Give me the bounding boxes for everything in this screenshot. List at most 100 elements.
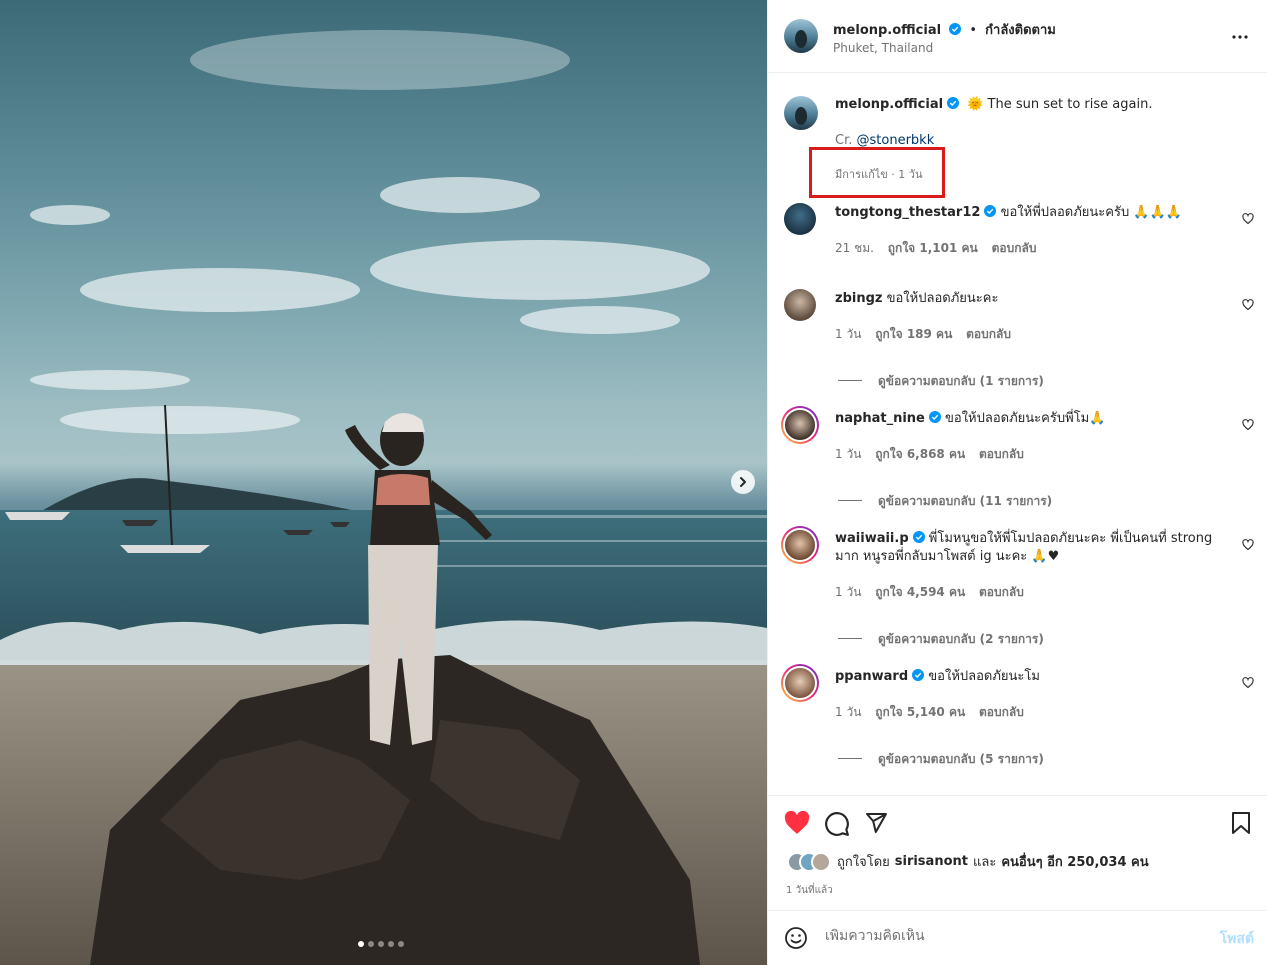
comment-time[interactable]: 1 วัน (835, 705, 861, 719)
comment-text: zbingz ขอให้ปลอดภัยนะคะ (835, 290, 1225, 308)
carousel-indicator (358, 941, 404, 947)
chevron-right-icon (740, 477, 746, 487)
like-comment-heart-icon[interactable] (1242, 539, 1254, 551)
reply-button[interactable]: ตอบกลับ (979, 705, 1024, 719)
location-link[interactable]: Phuket, Thailand (833, 41, 933, 55)
avatar[interactable] (784, 289, 816, 321)
more-options-button[interactable] (1231, 28, 1249, 50)
comment-meta: 1 วัน ถูกใจ 4,594 คน ตอบกลับ (835, 583, 1034, 602)
highlight-box (809, 147, 945, 198)
comment-icon[interactable] (824, 811, 850, 837)
comment-body: ขอให้พี่ปลอดภัยนะครับ 🙏🙏🙏 (1000, 205, 1182, 220)
comment-username[interactable]: naphat_nine (835, 411, 925, 426)
comment-username[interactable]: tongtong_thestar12 (835, 205, 980, 220)
credit-mention-link[interactable]: @stonerbkk (857, 133, 935, 148)
comment-username[interactable]: zbingz (835, 291, 882, 306)
header-user-line: melonp.official • กำลังติดตาม (833, 19, 1056, 40)
likes-summary: ถูกใจโดย sirisanont และ คนอื่นๆ อีก 250,… (787, 851, 1149, 872)
verified-badge-icon (912, 669, 925, 681)
carousel-dot (388, 941, 394, 947)
view-replies-button[interactable]: ดูข้อความตอบกลับ (5 รายการ) (838, 750, 1044, 769)
comment-time[interactable]: 21 ชม. (835, 241, 874, 255)
beach-photo (0, 30, 767, 965)
liked-by-prefix: ถูกใจโดย (837, 855, 890, 870)
avatar-photo (783, 408, 817, 442)
verified-badge-icon (947, 97, 960, 109)
header-username[interactable]: melonp.official (833, 23, 941, 38)
view-replies-button[interactable]: ดูข้อความตอบกลับ (11 รายการ) (838, 492, 1052, 511)
separator-dot: • (969, 23, 978, 38)
avatar[interactable] (781, 406, 819, 444)
caption-text: melonp.official 🌞 The sun set to rise ag… (835, 96, 1225, 114)
post-actions: ถูกใจโดย sirisanont และ คนอื่นๆ อีก 250,… (768, 795, 1267, 910)
emoji-icon[interactable] (784, 926, 808, 950)
view-replies-button[interactable]: ดูข้อความตอบกลับ (1 รายการ) (838, 372, 1044, 391)
verified-badge-icon (912, 531, 925, 543)
comment-body: ขอให้ปลอดภัยนะครับพี่โม🙏 (945, 411, 1106, 426)
like-comment-heart-icon[interactable] (1242, 213, 1254, 225)
comment-time[interactable]: 1 วัน (835, 585, 861, 599)
liked-by-user-link[interactable]: sirisanont (895, 854, 968, 869)
comment-time[interactable]: 1 วัน (835, 327, 861, 341)
avatar[interactable] (781, 526, 819, 564)
comment-likes[interactable]: ถูกใจ 6,868 คน (875, 447, 965, 461)
post-header: melonp.official • กำลังติดตาม Phuket, Th… (768, 0, 1267, 73)
comment-input[interactable] (825, 928, 1185, 944)
avatar (811, 851, 831, 872)
carousel-dot (398, 941, 404, 947)
like-comment-heart-icon[interactable] (1242, 419, 1254, 431)
reply-button[interactable]: ตอบกลับ (979, 447, 1024, 461)
comment-body: ขอให้ปลอดภัยนะโม (928, 669, 1040, 684)
avatar[interactable] (781, 664, 819, 702)
comment-text: waiiwaii.p พี่โมหนูขอให้พี่โมปลอดภัยนะคะ… (835, 530, 1225, 566)
avatar-photo (783, 528, 817, 562)
carousel-next-button[interactable] (731, 470, 755, 494)
post-timestamp[interactable]: 1 วันที่แล้ว (786, 883, 833, 898)
post-comment-button[interactable]: โพสต์ (1220, 928, 1254, 950)
sun-emoji: 🌞 (967, 97, 984, 112)
comments-list[interactable]: melonp.official 🌞 The sun set to rise ag… (768, 74, 1267, 795)
liked-by-others-link[interactable]: คนอื่นๆ อีก 250,034 คน (1001, 851, 1148, 872)
view-replies-label: ดูข้อความตอบกลับ (2 รายการ) (878, 632, 1044, 646)
caption-body: The sun set to rise again. (987, 97, 1153, 112)
add-comment-bar: โพสต์ (768, 910, 1267, 965)
verified-badge-icon (928, 411, 941, 423)
comment-time[interactable]: 1 วัน (835, 447, 861, 461)
verified-badge-icon (949, 23, 962, 35)
comment-likes[interactable]: ถูกใจ 1,101 คน (888, 241, 978, 255)
caption-username[interactable]: melonp.official (835, 97, 943, 112)
comment-likes[interactable]: ถูกใจ 5,140 คน (875, 705, 965, 719)
comment-meta: 1 วัน ถูกใจ 5,140 คน ตอบกลับ (835, 703, 1034, 722)
comment-text: naphat_nine ขอให้ปลอดภัยนะครับพี่โม🙏 (835, 410, 1225, 428)
avatar[interactable] (784, 203, 816, 235)
comment-meta: 1 วัน ถูกใจ 189 คน ตอบกลับ (835, 325, 1021, 344)
share-icon[interactable] (864, 811, 888, 835)
avatar[interactable] (784, 19, 818, 53)
more-horizontal-icon (1232, 35, 1248, 39)
replies-divider (838, 638, 862, 639)
like-comment-heart-icon[interactable] (1242, 299, 1254, 311)
reply-button[interactable]: ตอบกลับ (979, 585, 1024, 599)
replies-divider (838, 380, 862, 381)
comment-username[interactable]: ppanward (835, 669, 908, 684)
view-replies-label: ดูข้อความตอบกลับ (1 รายการ) (878, 374, 1044, 388)
avatar[interactable] (784, 96, 818, 130)
carousel-dot (368, 941, 374, 947)
comment-likes[interactable]: ถูกใจ 189 คน (875, 327, 952, 341)
reply-button[interactable]: ตอบกลับ (966, 327, 1011, 341)
like-comment-heart-icon[interactable] (1242, 677, 1254, 689)
view-replies-label: ดูข้อความตอบกลับ (5 รายการ) (878, 752, 1044, 766)
view-replies-label: ดูข้อความตอบกลับ (11 รายการ) (878, 494, 1053, 508)
following-button[interactable]: กำลังติดตาม (985, 23, 1056, 38)
comment-username[interactable]: waiiwaii.p (835, 531, 909, 546)
liker-avatars (787, 851, 831, 872)
comment-likes[interactable]: ถูกใจ 4,594 คน (875, 585, 965, 599)
view-replies-button[interactable]: ดูข้อความตอบกลับ (2 รายการ) (838, 630, 1044, 649)
liked-heart-icon[interactable] (784, 811, 810, 835)
replies-divider (838, 500, 862, 501)
replies-divider (838, 758, 862, 759)
reply-button[interactable]: ตอบกลับ (992, 241, 1037, 255)
bookmark-icon[interactable] (1231, 811, 1251, 835)
post-media[interactable] (0, 0, 767, 965)
verified-badge-icon (984, 205, 997, 217)
